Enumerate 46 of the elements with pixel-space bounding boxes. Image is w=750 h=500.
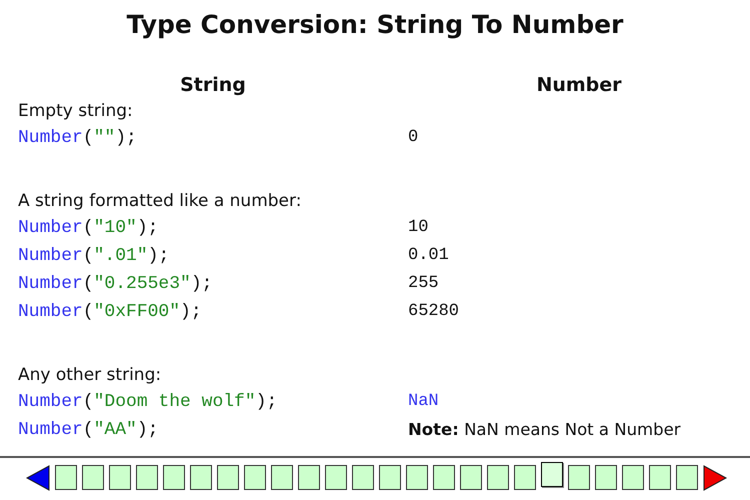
- page-button[interactable]: [406, 465, 428, 490]
- code-line: Number("0.255e3");: [18, 274, 212, 294]
- page-button[interactable]: [514, 465, 536, 490]
- result-value: 0.01: [408, 246, 449, 265]
- code-line: Number("");: [18, 128, 137, 148]
- previous-arrow-icon[interactable]: [26, 464, 50, 490]
- note-text: Note: NaN means Not a Number: [408, 420, 681, 439]
- page-button[interactable]: [136, 465, 158, 490]
- result-value: 0: [408, 128, 418, 147]
- page-button[interactable]: [595, 465, 617, 490]
- result-value: 65280: [408, 302, 460, 321]
- code-line: Number(".01");: [18, 246, 170, 266]
- page-button[interactable]: [163, 465, 185, 490]
- group-label: A string formatted like a number:: [18, 191, 302, 211]
- page-button[interactable]: [271, 465, 293, 490]
- result-value: 10: [408, 218, 428, 237]
- page-button[interactable]: [568, 465, 590, 490]
- page-button[interactable]: [109, 465, 131, 490]
- page-button[interactable]: [217, 465, 239, 490]
- result-value: NaN: [408, 392, 439, 411]
- page-button[interactable]: [55, 465, 77, 490]
- page-button[interactable]: [541, 462, 563, 487]
- group-label: Empty string:: [18, 101, 133, 121]
- page-button[interactable]: [649, 465, 671, 490]
- page-button[interactable]: [325, 465, 347, 490]
- page-button[interactable]: [487, 465, 509, 490]
- page-button[interactable]: [379, 465, 401, 490]
- page-button[interactable]: [298, 465, 320, 490]
- page-button[interactable]: [433, 465, 455, 490]
- page-button[interactable]: [352, 465, 374, 490]
- page-button[interactable]: [676, 465, 698, 490]
- slide-title: Type Conversion: String To Number: [126, 9, 624, 41]
- next-arrow-icon[interactable]: [703, 464, 727, 490]
- page-button[interactable]: [82, 465, 104, 490]
- page-button[interactable]: [190, 465, 212, 490]
- code-line: Number("Doom the wolf");: [18, 392, 278, 412]
- page-button[interactable]: [460, 465, 482, 490]
- column-header: Number: [536, 74, 622, 96]
- column-header: String: [180, 74, 246, 96]
- page-button[interactable]: [244, 465, 266, 490]
- code-line: Number("10");: [18, 218, 158, 238]
- page-button[interactable]: [622, 465, 644, 490]
- group-label: Any other string:: [18, 365, 162, 385]
- code-line: Number("AA");: [18, 420, 158, 440]
- code-line: Number("0xFF00");: [18, 302, 202, 322]
- result-value: 255: [408, 274, 439, 293]
